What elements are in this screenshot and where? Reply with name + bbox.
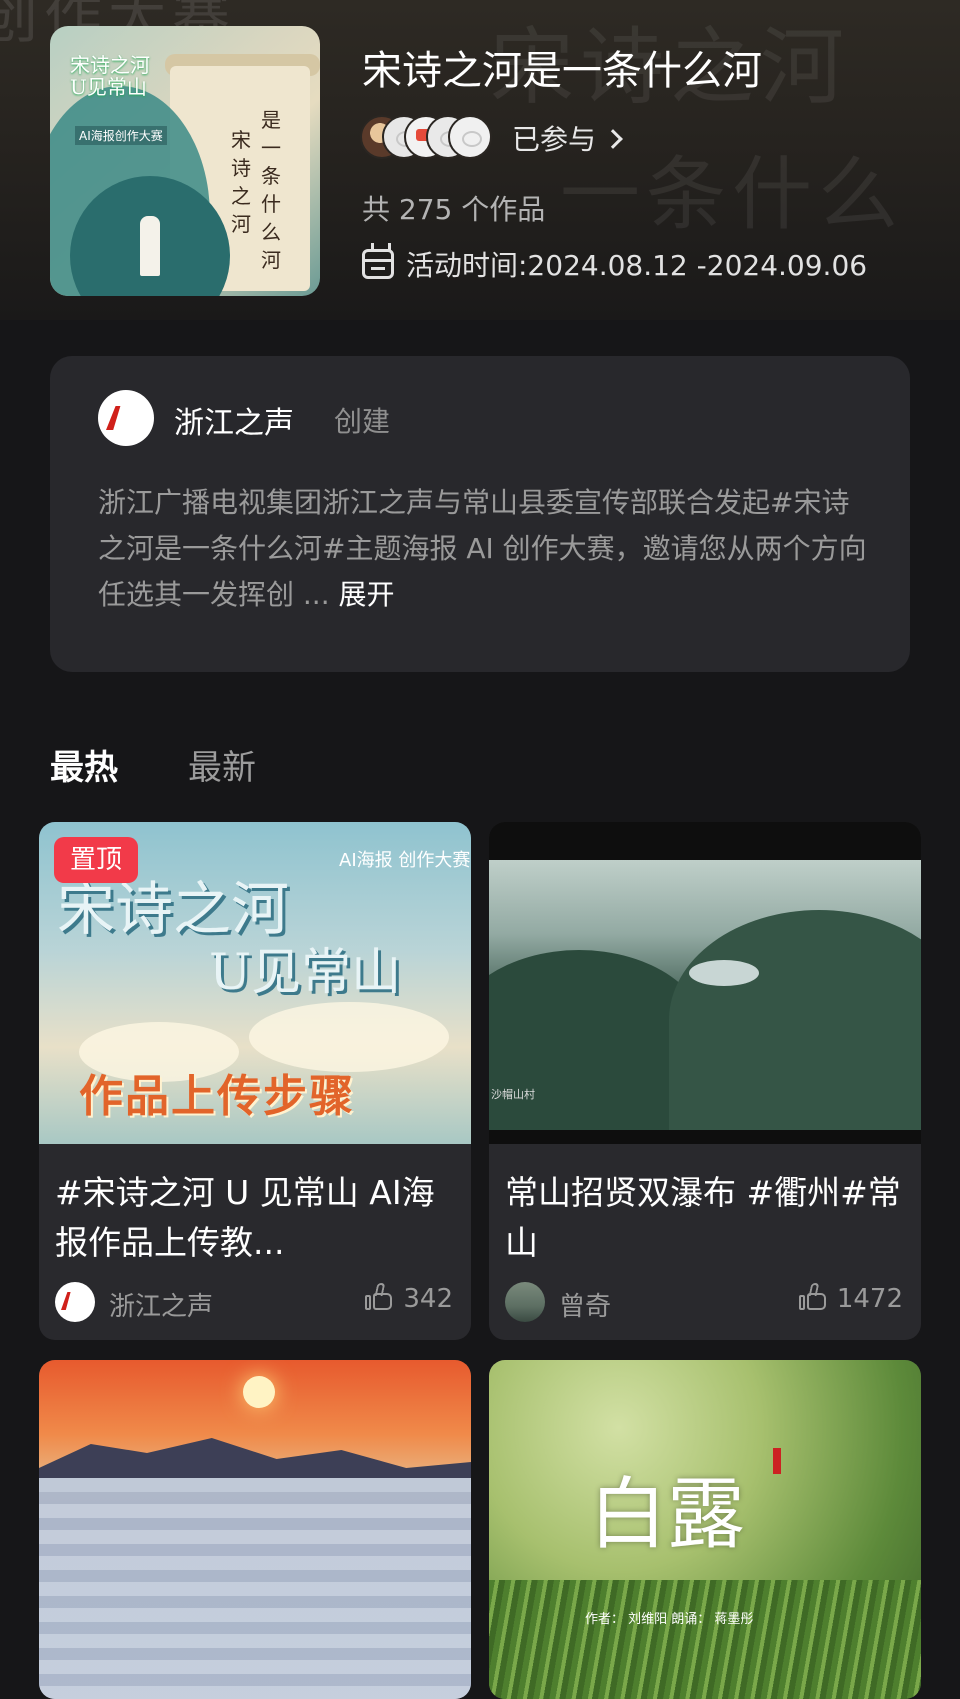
author-name: 浙江之声 xyxy=(109,1292,214,1322)
work-card[interactable]: 沙帽山村 常山招贤双瀑布 #衢州#常山 曾奇 1472 xyxy=(489,822,921,1340)
activity-time: 活动时间:2024.08.12 -2024.09.06 xyxy=(362,243,868,282)
work-thumbnail: 白露 作者： 刘维阳 朗诵： 蒋墨彤 xyxy=(489,1360,921,1699)
like-count: 1472 xyxy=(836,1284,903,1314)
works-count: 共 275 个作品 xyxy=(362,193,546,226)
creator-avatar[interactable] xyxy=(98,390,154,446)
creator-name[interactable]: 浙江之声 xyxy=(174,398,294,442)
activity-cover-image[interactable]: 宋诗之河 U见常山 AI海报创作大赛 是一条什么河 宋诗之河 xyxy=(50,26,320,296)
work-thumbnail xyxy=(39,1360,471,1699)
like-count: 342 xyxy=(403,1284,453,1314)
calendar-icon xyxy=(362,243,394,279)
thumbnail-text: 白露 xyxy=(589,1470,746,1560)
video-frame: 沙帽山村 xyxy=(489,860,921,1130)
thumbs-up-icon xyxy=(798,1282,827,1311)
cover-figure xyxy=(140,216,160,276)
creator-logo-mark xyxy=(106,406,121,430)
author-avatar xyxy=(505,1282,545,1322)
chevron-right-icon xyxy=(603,129,623,149)
creator-action: 创建 xyxy=(334,405,391,438)
work-card[interactable] xyxy=(39,1360,471,1699)
activity-title: 宋诗之河是一条什么河 xyxy=(362,48,762,94)
thumbnail-text: U见常山 xyxy=(209,943,402,1001)
tab-latest[interactable]: 最新 xyxy=(188,740,256,789)
work-card[interactable]: 宋诗之河 U见常山 AI海报 创作大赛 作品上传步骤 置顶 #宋诗之河 U 见常… xyxy=(39,822,471,1340)
grass-shape xyxy=(489,1580,921,1699)
tab-hottest[interactable]: 最热 xyxy=(50,740,118,789)
seal-mark xyxy=(773,1448,781,1474)
activity-description-text: 浙江广播电视集团浙江之声与常山县委宣传部联合发起#宋诗之河是一条什么河#主题海报… xyxy=(98,486,867,611)
expand-button[interactable]: 展开 xyxy=(339,578,395,611)
thumbs-up-icon xyxy=(365,1282,393,1311)
pinned-badge: 置顶 xyxy=(54,837,139,883)
like-button[interactable]: 1472 xyxy=(798,1282,903,1320)
work-title: #宋诗之河 U 见常山 AI海报作品上传教... xyxy=(55,1173,435,1262)
cover-vertical-text: 宋诗之河 xyxy=(231,128,251,236)
sun-shape xyxy=(243,1376,275,1408)
activity-time-label: 活动时间:2024.08.12 -2024.09.06 xyxy=(406,249,868,282)
cover-subtitle: AI海报创作大赛 xyxy=(75,126,167,145)
cloud-sea xyxy=(39,1478,471,1699)
work-card[interactable]: 白露 作者： 刘维阳 朗诵： 蒋墨彤 xyxy=(489,1360,921,1699)
cover-vertical-text: 是一条什么河 xyxy=(261,108,281,272)
thumbnail-text: 作者： 刘维阳 朗诵： 蒋墨彤 xyxy=(585,1612,754,1627)
work-thumbnail: 沙帽山村 xyxy=(489,822,921,1144)
work-title: 常山招贤双瀑布 #衢州#常山 xyxy=(505,1173,901,1262)
creator-card: 浙江之声 创建 浙江广播电视集团浙江之声与常山县委宣传部联合发起#宋诗之河是一条… xyxy=(50,356,910,672)
work-thumbnail: 宋诗之河 U见常山 AI海报 创作大赛 作品上传步骤 置顶 xyxy=(39,822,471,1144)
joined-label: 已参与 xyxy=(512,123,597,156)
author-name: 曾奇 xyxy=(559,1292,612,1322)
like-button[interactable]: 342 xyxy=(365,1282,453,1320)
thumbnail-text: AI海报 创作大赛 xyxy=(339,850,471,871)
author-avatar xyxy=(55,1282,95,1322)
thumbnail-text: 作品上传步骤 xyxy=(79,1071,355,1122)
activity-description: 浙江广播电视集团浙江之声与常山县委宣传部联合发起#宋诗之河是一条什么河#主题海报… xyxy=(98,480,868,618)
thumbnail-caption: 沙帽山村 xyxy=(491,1088,535,1101)
participant-avatar xyxy=(448,115,492,159)
joined-link[interactable]: 已参与 xyxy=(512,118,623,158)
cover-title: 宋诗之河 U见常山 xyxy=(70,53,150,99)
